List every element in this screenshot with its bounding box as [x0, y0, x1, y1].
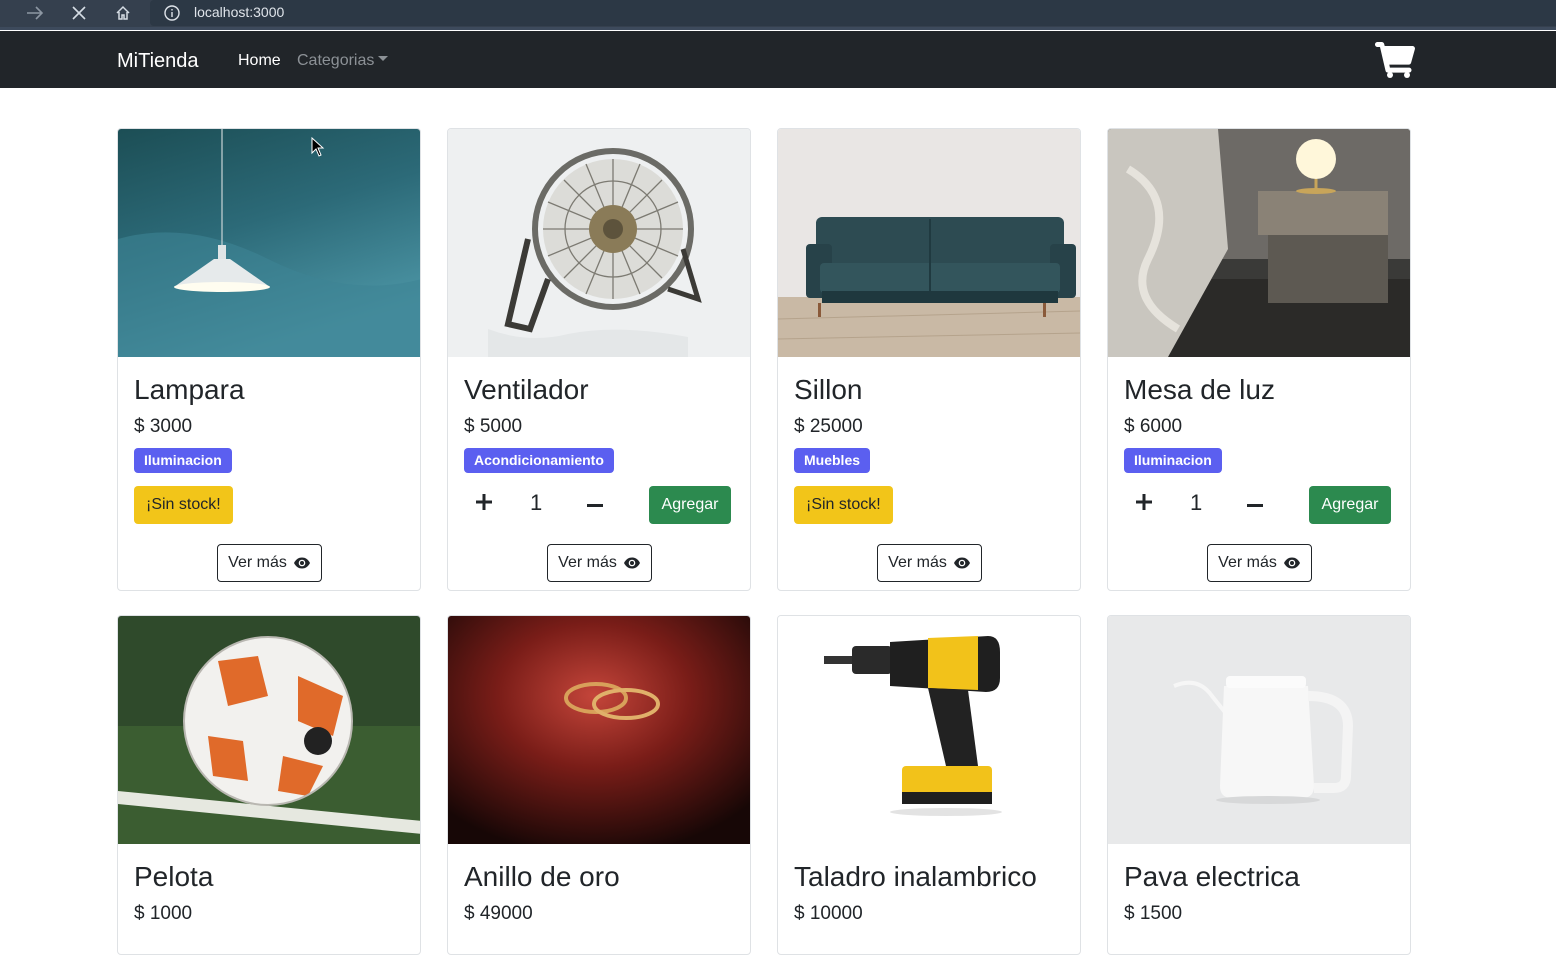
navbar: MiTienda Home Categorias	[0, 31, 1556, 88]
product-price: $ 5000	[464, 416, 523, 437]
add-to-cart-button[interactable]: Agregar	[649, 486, 731, 524]
forward-icon[interactable]	[24, 0, 46, 26]
product-title: Anillo de oro	[464, 861, 620, 892]
product-card: Mesa de luz $ 6000 Iluminacion 1 Agregar…	[1107, 128, 1411, 591]
product-price: $ 3000	[134, 416, 193, 437]
view-more-button[interactable]: Ver más	[1207, 544, 1312, 582]
plus-icon[interactable]	[1135, 493, 1153, 511]
view-more-label: Ver más	[1218, 554, 1277, 571]
category-badge: Acondicionamiento	[464, 448, 614, 473]
product-card: Pelota $ 1000	[117, 615, 421, 955]
view-more-button[interactable]: Ver más	[547, 544, 652, 582]
view-more-label: Ver más	[888, 554, 947, 571]
address-bar[interactable]: localhost:3000	[150, 0, 1556, 26]
product-card: Ventilador $ 5000 Acondicionamiento 1 Ag…	[447, 128, 751, 591]
category-badge: Iluminacion	[134, 448, 232, 473]
out-of-stock-button[interactable]: ¡Sin stock!	[134, 486, 233, 524]
out-of-stock-button[interactable]: ¡Sin stock!	[794, 486, 893, 524]
eye-icon	[293, 557, 310, 569]
product-title: Pava electrica	[1124, 861, 1300, 892]
category-badge: Muebles	[794, 448, 871, 473]
product-card: Taladro inalambrico $ 10000	[777, 615, 1081, 955]
caret-down-icon	[378, 55, 389, 61]
product-card: Sillon $ 25000 Muebles ¡Sin stock! Ver m…	[777, 128, 1081, 591]
drill-image	[778, 616, 1080, 844]
nav-home-link[interactable]: Home	[238, 52, 281, 70]
sofa-image	[778, 129, 1080, 357]
quantity-value: 1	[1190, 490, 1203, 515]
product-title: Mesa de luz	[1124, 374, 1275, 405]
plus-icon[interactable]	[475, 493, 493, 511]
stop-icon[interactable]	[68, 0, 90, 26]
eye-icon	[623, 557, 640, 569]
product-card: Lampara $ 3000 Iluminacion ¡Sin stock! V…	[117, 128, 421, 591]
lamp-image	[118, 129, 420, 357]
product-price: $ 10000	[794, 903, 863, 924]
product-title: Sillon	[794, 374, 863, 405]
url-text: localhost:3000	[194, 4, 285, 20]
quantity-value: 1	[530, 490, 543, 515]
product-title: Pelota	[134, 861, 214, 892]
fan-image	[448, 129, 750, 357]
view-more-button[interactable]: Ver más	[217, 544, 322, 582]
product-title: Ventilador	[464, 374, 589, 405]
nav-categories-label: Categorias	[297, 52, 375, 69]
ring-image	[448, 616, 750, 844]
toolbar-divider	[0, 27, 1556, 30]
product-price: $ 25000	[794, 416, 863, 437]
product-price: $ 6000	[1124, 416, 1183, 437]
product-title: Taladro inalambrico	[794, 861, 1037, 892]
product-card: Anillo de oro $ 49000	[447, 615, 751, 955]
browser-toolbar: localhost:3000	[0, 0, 1556, 30]
view-more-button[interactable]: Ver más	[877, 544, 982, 582]
home-icon[interactable]	[112, 0, 134, 26]
minus-icon[interactable]	[587, 504, 603, 507]
add-to-cart-button[interactable]: Agregar	[1309, 486, 1391, 524]
mouse-cursor-icon	[311, 137, 325, 157]
brand-link[interactable]: MiTienda	[117, 50, 199, 73]
ball-image	[118, 616, 420, 844]
cart-icon[interactable]	[1375, 42, 1415, 83]
info-icon[interactable]	[164, 5, 180, 26]
category-badge: Iluminacion	[1124, 448, 1222, 473]
product-price: $ 1500	[1124, 903, 1183, 924]
product-price: $ 1000	[134, 903, 193, 924]
nav-categories-dropdown[interactable]: Categorias	[297, 52, 389, 70]
nightstand-image	[1108, 129, 1410, 357]
eye-icon	[1283, 557, 1300, 569]
product-card: Pava electrica $ 1500	[1107, 615, 1411, 955]
minus-icon[interactable]	[1247, 504, 1263, 507]
view-more-label: Ver más	[558, 554, 617, 571]
view-more-label: Ver más	[228, 554, 287, 571]
kettle-image	[1108, 616, 1410, 844]
product-price: $ 49000	[464, 903, 533, 924]
eye-icon	[953, 557, 970, 569]
product-title: Lampara	[134, 374, 245, 405]
